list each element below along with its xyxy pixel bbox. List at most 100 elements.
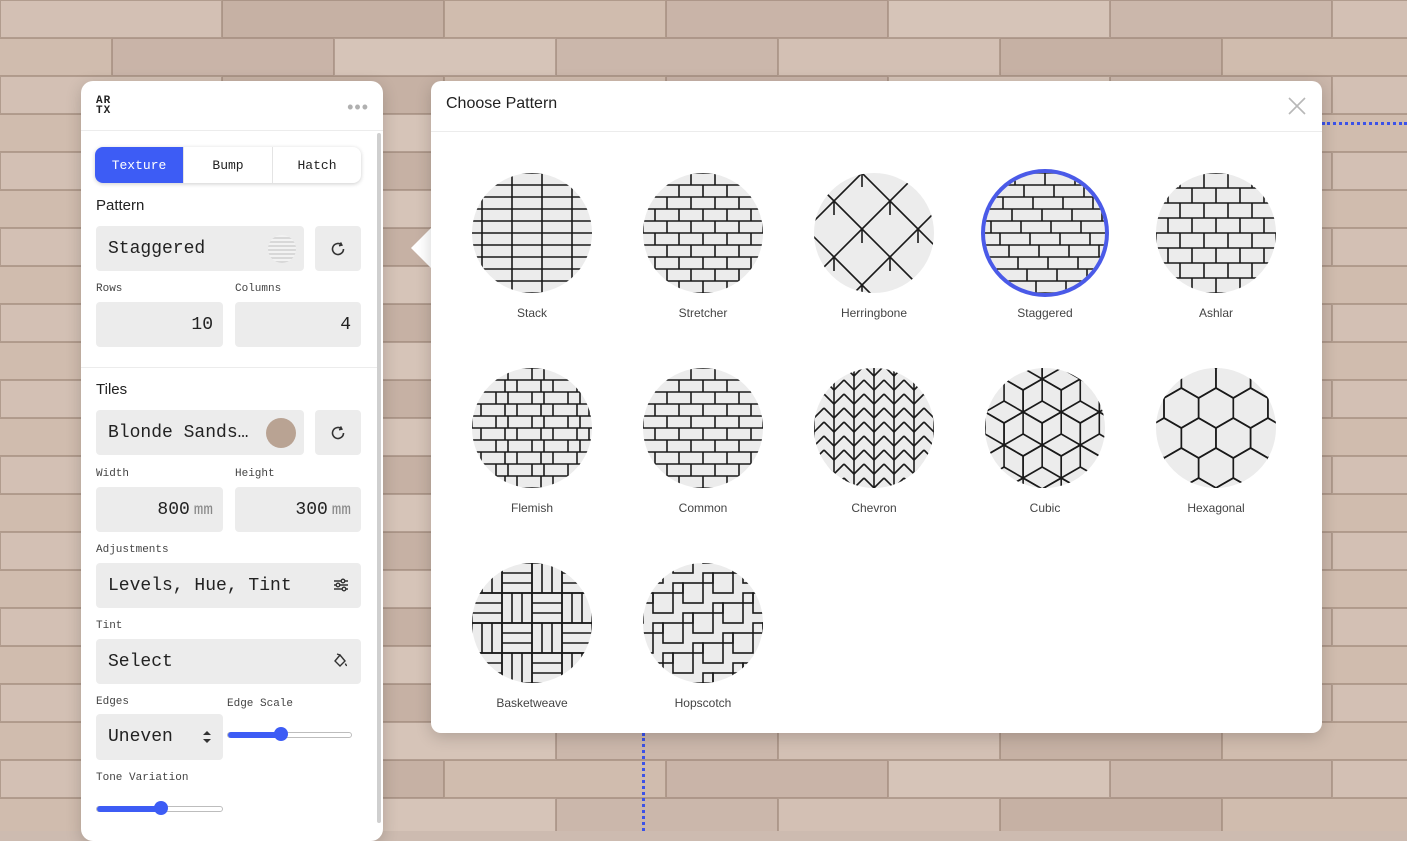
columns-label: Columns (235, 283, 282, 295)
common-pattern-icon (643, 368, 763, 488)
pattern-option-flemish[interactable]: Flemish (452, 368, 612, 515)
settings-panel: AR TX ••• Texture Bump Hatch Pattern Stag… (81, 81, 383, 841)
background-tile (444, 760, 666, 798)
chevron-pattern-icon (814, 368, 934, 488)
tint-select[interactable]: Select (96, 639, 361, 684)
section-divider (81, 367, 377, 368)
background-tile (112, 38, 334, 76)
stretcher-pattern-icon (643, 173, 763, 293)
edge-scale-knob[interactable] (273, 727, 288, 741)
basketweave-pattern-icon (472, 563, 592, 683)
rows-label: Rows (96, 283, 123, 295)
rows-input[interactable]: 10 (96, 302, 223, 347)
herringbone-pattern-icon (814, 173, 934, 293)
panel-header: AR TX ••• (81, 81, 383, 131)
close-icon[interactable] (1286, 95, 1308, 117)
background-tile (556, 798, 778, 831)
background-tile (1222, 38, 1407, 76)
adjustments-label: Adjustments (96, 544, 169, 556)
pattern-option-common[interactable]: Common (623, 368, 783, 515)
more-dots-icon[interactable]: ••• (347, 97, 369, 118)
pattern-option-herringbone[interactable]: Herringbone (794, 173, 954, 320)
tab-texture[interactable]: Texture (95, 147, 183, 183)
width-value-group: 800 mm (157, 500, 213, 520)
pattern-refresh-button[interactable] (315, 226, 361, 271)
dialog-header: Choose Pattern (431, 81, 1322, 132)
background-tile (1332, 760, 1407, 798)
background-tile (1332, 152, 1407, 190)
pattern-option-label: Basketweave (496, 696, 568, 710)
pattern-option-label: Stack (516, 306, 547, 320)
pattern-option-cubic[interactable]: Cubic (965, 368, 1125, 515)
background-tile (334, 38, 556, 76)
pattern-select[interactable]: Staggered (96, 226, 304, 271)
pattern-option-stack[interactable]: Stack (452, 173, 612, 320)
height-input[interactable]: 300 mm (235, 487, 361, 532)
refresh-icon (331, 241, 345, 255)
mode-tabs: Texture Bump Hatch (95, 147, 361, 183)
width-unit: mm (193, 500, 213, 519)
background-tile (1332, 76, 1407, 114)
pattern-option-chevron[interactable]: Chevron (794, 368, 954, 515)
background-tile (1110, 760, 1332, 798)
sliders-icon (334, 578, 348, 592)
background-tile (1110, 0, 1332, 38)
background-tile (1222, 798, 1407, 831)
tab-bump[interactable]: Bump (183, 147, 272, 183)
background-tile (1332, 0, 1407, 38)
pattern-option-label: Herringbone (840, 306, 908, 320)
height-unit: mm (331, 500, 351, 519)
panel-scrollbar[interactable] (377, 133, 381, 823)
tint-value: Select (108, 651, 173, 672)
pattern-section-title: Pattern (96, 197, 145, 214)
pattern-option-label: Hopscotch (674, 696, 732, 710)
stack-pattern-icon (472, 173, 592, 293)
adjustments-value: Levels, Hue, Tint (108, 575, 292, 596)
flemish-pattern-icon (472, 368, 592, 488)
guide-line-horizontal (1322, 122, 1407, 125)
ashlar-pattern-icon (1156, 173, 1276, 293)
background-tile (222, 0, 444, 38)
pattern-option-ashlar[interactable]: Ashlar (1136, 173, 1296, 320)
popover-caret (411, 228, 431, 268)
tone-variation-fill (97, 806, 161, 812)
background-tile (1332, 608, 1407, 646)
background-tile (1000, 798, 1222, 831)
pattern-option-basketweave[interactable]: Basketweave (452, 563, 612, 710)
rows-value: 10 (191, 314, 213, 335)
pattern-option-stretcher[interactable]: Stretcher (623, 173, 783, 320)
background-tile (666, 760, 888, 798)
pattern-thumbnail-icon (268, 235, 296, 263)
pattern-value: Staggered (108, 238, 206, 259)
tab-hatch[interactable]: Hatch (272, 147, 361, 183)
background-tile (1332, 684, 1407, 722)
tint-label: Tint (96, 620, 123, 632)
pattern-option-label: Cubic (1029, 501, 1061, 515)
cubic-pattern-icon (985, 368, 1105, 488)
tile-material-select[interactable]: Blonde Sands… (96, 410, 304, 455)
pattern-option-hexagonal[interactable]: Hexagonal (1136, 368, 1296, 515)
edge-scale-slider[interactable] (227, 727, 352, 741)
pattern-option-staggered[interactable]: Staggered (965, 173, 1125, 320)
background-tile (0, 0, 222, 38)
edges-select[interactable]: Uneven (96, 714, 223, 760)
background-tile (1332, 532, 1407, 570)
adjustments-button[interactable]: Levels, Hue, Tint (96, 563, 361, 608)
pattern-option-label: Stretcher (678, 306, 728, 320)
background-tile (1332, 456, 1407, 494)
tone-variation-knob[interactable] (153, 801, 168, 815)
width-input[interactable]: 800 mm (96, 487, 223, 532)
columns-input[interactable]: 4 (235, 302, 361, 347)
background-tile (1000, 38, 1222, 76)
pattern-option-label: Chevron (851, 501, 897, 515)
tone-variation-slider[interactable] (96, 801, 223, 815)
pattern-option-label: Flemish (510, 501, 553, 515)
pattern-option-label: Common (678, 501, 728, 515)
background-tile (1332, 228, 1407, 266)
tile-refresh-button[interactable] (315, 410, 361, 455)
tile-material-value: Blonde Sands… (108, 422, 249, 443)
material-swatch-icon (266, 418, 296, 448)
background-tile (444, 0, 666, 38)
dialog-title: Choose Pattern (446, 95, 558, 112)
pattern-option-hopscotch[interactable]: Hopscotch (623, 563, 783, 710)
